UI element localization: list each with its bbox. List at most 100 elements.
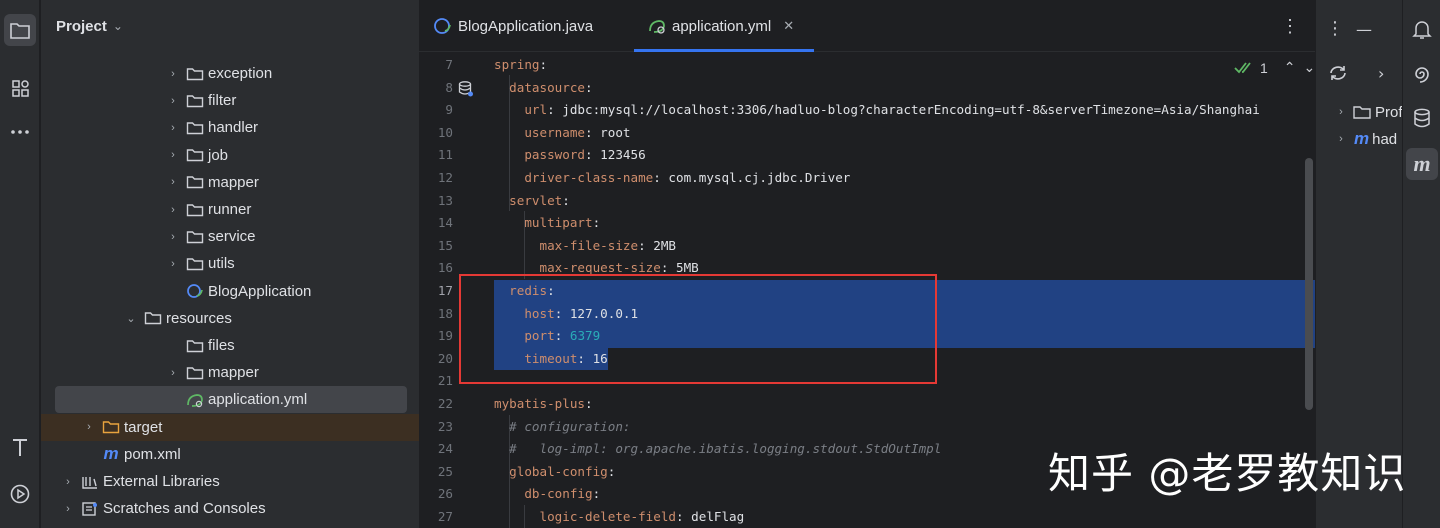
tree-item-label: service: [208, 228, 256, 246]
code-text: password: 123456: [494, 144, 645, 167]
chevron-right-icon[interactable]: ›: [166, 68, 180, 80]
tree-item-label: job: [208, 146, 229, 164]
tree-item[interactable]: › target: [41, 413, 419, 441]
more-icon: [11, 130, 29, 134]
code-line[interactable]: 17 redis:: [419, 280, 1315, 303]
tree-item-label: exception: [208, 65, 273, 82]
code-line[interactable]: 8 datasource:: [419, 77, 1315, 100]
project-tool-button[interactable]: [4, 14, 36, 46]
chevron-right-icon[interactable]: ›: [82, 421, 96, 433]
tree-item-label: External Libraries: [103, 473, 220, 490]
chevron-right-icon[interactable]: ›: [166, 204, 180, 216]
right-tree-item[interactable]: › Prof: [1334, 98, 1402, 126]
terminal-tool-button[interactable]: [4, 432, 36, 464]
chevron-up-icon[interactable]: ⌃: [1284, 59, 1296, 76]
chevron-right-icon[interactable]: ›: [166, 231, 180, 243]
services-tool-button[interactable]: [4, 478, 36, 510]
tab-options-button[interactable]: ⋮: [1281, 0, 1299, 52]
more-tools-button[interactable]: [4, 116, 36, 148]
code-line[interactable]: 9 url: jdbc:mysql://localhost:3306/hadlu…: [419, 99, 1315, 122]
code-line[interactable]: 11 password: 123456: [419, 144, 1315, 167]
notifications-button[interactable]: [1406, 14, 1438, 46]
yaml-value: :: [539, 57, 548, 72]
code-line[interactable]: 13 servlet:: [419, 190, 1315, 213]
code-line[interactable]: 16 max-request-size: 5MB: [419, 257, 1315, 280]
yaml-key: mybatis-plus: [494, 396, 585, 411]
yaml-key: db-config: [524, 486, 593, 502]
tree-item[interactable]: ⌄ resources: [41, 305, 407, 332]
tree-item[interactable]: application.yml: [55, 386, 407, 414]
yaml-key: max-file-size: [539, 237, 639, 253]
tree-item[interactable]: › runner: [41, 196, 407, 223]
editor-scrollbar[interactable]: [1305, 158, 1313, 410]
code-line[interactable]: 7 spring:: [419, 54, 1315, 77]
chevron-right-icon[interactable]: ›: [166, 149, 180, 161]
chevron-right-icon[interactable]: ›: [166, 95, 180, 107]
tree-item[interactable]: › External Libraries: [41, 468, 407, 495]
chevron-right-icon[interactable]: ›: [166, 176, 180, 188]
vertical-more-icon[interactable]: ⋮: [1326, 18, 1344, 39]
inspection-widget[interactable]: 1 ⌃ ⌄: [1234, 59, 1315, 76]
tree-item[interactable]: › exception: [41, 60, 407, 87]
database-button[interactable]: [1406, 102, 1438, 134]
tab-label: application.yml: [672, 17, 772, 35]
chevron-right-icon[interactable]: ›: [1378, 64, 1384, 83]
code-text: mybatis-plus:: [494, 393, 593, 416]
code-text: servlet:: [494, 190, 570, 213]
yaml-value: :: [592, 215, 601, 231]
code-line[interactable]: 18 host: 127.0.0.1: [419, 303, 1315, 326]
code-line[interactable]: 23 # configuration:: [419, 416, 1315, 439]
chevron-right-icon[interactable]: ›: [1334, 133, 1348, 145]
chevron-right-icon[interactable]: ›: [166, 122, 180, 134]
tree-item[interactable]: files: [41, 332, 407, 359]
tree-item[interactable]: › service: [41, 223, 407, 250]
tree-item[interactable]: m pom.xml: [41, 441, 407, 468]
chevron-right-icon[interactable]: ›: [166, 258, 180, 270]
code-line[interactable]: 12 driver-class-name: com.mysql.cj.jdbc.…: [419, 167, 1315, 190]
right-tree-item[interactable]: › m had: [1334, 125, 1397, 153]
structure-tool-button[interactable]: [4, 72, 36, 104]
datasource-gutter-icon[interactable]: [458, 80, 474, 98]
chevron-right-icon[interactable]: ›: [1334, 106, 1348, 118]
code-line[interactable]: 27 logic-delete-field: delFlag: [419, 506, 1315, 528]
tree-item[interactable]: › job: [41, 142, 407, 169]
yaml-value: :: [585, 396, 593, 411]
code-text: url: jdbc:mysql://localhost:3306/hadluo-…: [494, 99, 1259, 122]
yaml-value: :: [607, 463, 616, 479]
maven-tool-button[interactable]: m: [1406, 148, 1438, 180]
chevron-right-icon[interactable]: ›: [166, 367, 180, 379]
refresh-icon[interactable]: [1328, 64, 1348, 82]
yaml-value: [494, 509, 540, 524]
code-line[interactable]: 14 multipart:: [419, 212, 1315, 235]
close-icon[interactable]: ✕: [783, 18, 794, 34]
tab-blog-application[interactable]: BlogApplication.java: [433, 0, 593, 52]
code-line[interactable]: 15 max-file-size: 2MB: [419, 235, 1315, 258]
chevron-down-icon[interactable]: ⌄: [113, 19, 123, 33]
yaml-value: : 2MB: [638, 237, 676, 253]
maven-icon: m: [1354, 129, 1370, 148]
code-line[interactable]: 21: [419, 370, 1315, 393]
folder-icon: [186, 174, 204, 190]
minimize-icon[interactable]: —: [1356, 20, 1372, 39]
yml-file-icon: [186, 392, 204, 408]
tree-item[interactable]: › utils: [41, 250, 407, 277]
chevron-right-icon[interactable]: ›: [61, 476, 75, 488]
tree-item[interactable]: › mapper: [41, 169, 407, 196]
chevron-down-icon[interactable]: ⌄: [124, 312, 138, 325]
chevron-down-icon[interactable]: ⌄: [1304, 59, 1315, 76]
code-line[interactable]: 19 port: 6379: [419, 325, 1315, 348]
yaml-value: : 16: [577, 350, 608, 366]
tree-item[interactable]: › handler: [41, 114, 407, 141]
tree-item[interactable]: › Scratches and Consoles: [41, 495, 407, 522]
code-line[interactable]: 22 mybatis-plus:: [419, 393, 1315, 416]
chevron-right-icon[interactable]: ›: [61, 503, 75, 515]
tab-application-yml[interactable]: application.yml ✕: [647, 0, 794, 52]
tree-item[interactable]: › filter: [41, 87, 407, 114]
project-panel-header[interactable]: Project ⌄: [41, 0, 419, 52]
yaml-key: driver-class-name: [524, 170, 654, 185]
ai-assistant-button[interactable]: [1406, 58, 1438, 90]
tree-item[interactable]: BlogApplication: [41, 278, 407, 305]
tree-item[interactable]: › mapper: [41, 359, 407, 386]
code-line[interactable]: 20 timeout: 16: [419, 348, 1315, 371]
code-line[interactable]: 10 username: root: [419, 122, 1315, 145]
